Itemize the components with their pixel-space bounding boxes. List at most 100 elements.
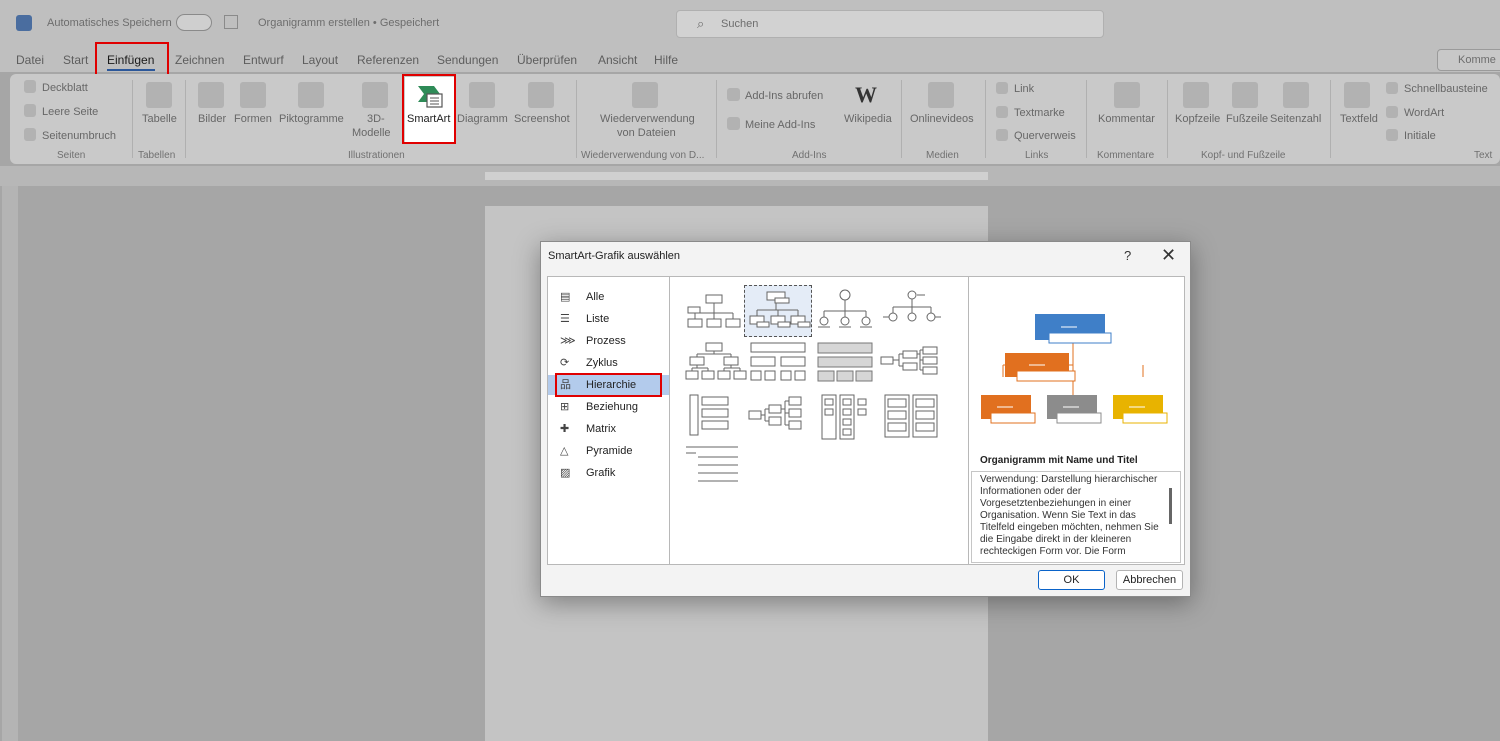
search-placeholder: Suchen bbox=[721, 18, 759, 30]
tab-sendungen[interactable]: Sendungen bbox=[437, 53, 498, 67]
category-pyramide[interactable]: △ Pyramide bbox=[548, 441, 669, 461]
ribbon-formen[interactable]: Formen bbox=[234, 113, 272, 125]
picture-icon: ▨ bbox=[560, 467, 571, 479]
ribbon-meine-addins[interactable]: Meine Add-Ins bbox=[745, 119, 815, 131]
category-matrix[interactable]: ✚ Matrix bbox=[548, 419, 669, 439]
einfuegen-tab-highlight bbox=[95, 42, 169, 78]
ribbon-screenshot[interactable]: Screenshot bbox=[514, 113, 570, 125]
matrix-icon: ✚ bbox=[560, 423, 570, 435]
layout-beschriftete-hierarchie[interactable] bbox=[879, 287, 945, 337]
preview-description[interactable]: Verwendung: Darstellung hierarchischer I… bbox=[971, 471, 1181, 563]
category-prozess[interactable]: ⋙ Prozess bbox=[548, 331, 669, 351]
help-icon[interactable]: ? bbox=[1124, 248, 1131, 263]
ribbon-tabelle[interactable]: Tabelle bbox=[142, 113, 177, 125]
smartart-highlight bbox=[402, 74, 456, 144]
category-zyklus[interactable]: ⟳ Zyklus bbox=[548, 353, 669, 373]
layout-gruppierte-hierarchie[interactable] bbox=[879, 393, 945, 443]
link-icon bbox=[996, 82, 1008, 94]
layout-horizontales-organigramm[interactable] bbox=[879, 341, 945, 391]
my-addins-icon bbox=[727, 117, 740, 130]
layout-organigramm[interactable] bbox=[682, 287, 748, 337]
ribbon-wikipedia[interactable]: Wikipedia bbox=[844, 113, 892, 125]
tab-ueberpruefen[interactable]: Überprüfen bbox=[517, 53, 577, 67]
group-kopf-fuss: Kopf- und Fußzeile bbox=[1201, 150, 1286, 161]
ribbon-separator bbox=[985, 80, 986, 158]
cancel-button[interactable]: Abbrechen bbox=[1116, 570, 1183, 590]
layout-tabellenhierarchie[interactable] bbox=[745, 341, 811, 391]
ribbon-link[interactable]: Link bbox=[1014, 83, 1034, 95]
group-kommentare: Kommentare bbox=[1097, 150, 1155, 161]
ribbon-schnellbausteine[interactable]: Schnellbausteine bbox=[1404, 83, 1488, 95]
description-scrollbar[interactable] bbox=[1169, 488, 1172, 524]
ruler-scale bbox=[485, 172, 988, 180]
tab-layout[interactable]: Layout bbox=[302, 53, 338, 67]
category-alle[interactable]: ▤ Alle bbox=[548, 287, 669, 307]
layout-kreisbild-hierarchie[interactable] bbox=[812, 287, 878, 337]
autosave-label: Automatisches Speichern bbox=[47, 17, 172, 29]
ribbon-deckblatt[interactable]: Deckblatt bbox=[42, 82, 88, 94]
group-seiten: Seiten bbox=[57, 150, 86, 161]
list-icon: ☰ bbox=[560, 313, 570, 325]
autosave-toggle[interactable] bbox=[176, 14, 212, 31]
save-icon[interactable] bbox=[224, 15, 238, 29]
ribbon-piktogramme[interactable]: Piktogramme bbox=[279, 113, 344, 125]
close-icon[interactable]: ✕ bbox=[1161, 245, 1176, 266]
layout-organigramm-name-titel[interactable] bbox=[745, 286, 811, 336]
ribbon-onlinevideos[interactable]: Onlinevideos bbox=[910, 113, 974, 125]
preview-title: Organigramm mit Name und Titel bbox=[980, 455, 1138, 466]
bookmark-icon bbox=[996, 106, 1008, 118]
group-text: Text bbox=[1474, 150, 1493, 161]
layout-linienhierarchie[interactable] bbox=[682, 443, 748, 493]
ribbon-wordart[interactable]: WordArt bbox=[1404, 107, 1444, 119]
smartart-dialog: SmartArt-Grafik auswählen ? ✕ ▤ Alle ☰ Lis… bbox=[540, 241, 1191, 597]
ribbon-leere-seite[interactable]: Leere Seite bbox=[42, 106, 98, 118]
ribbon-diagramm[interactable]: Diagramm bbox=[457, 113, 508, 125]
dialog-title: SmartArt-Grafik auswählen bbox=[548, 250, 681, 262]
tab-zeichnen[interactable]: Zeichnen bbox=[175, 53, 224, 67]
ribbon-bilder[interactable]: Bilder bbox=[198, 113, 226, 125]
group-addins: Add-Ins bbox=[792, 150, 827, 161]
document-title[interactable]: Organigramm erstellen • Gespeichert bbox=[258, 17, 439, 29]
ribbon-textmarke[interactable]: Textmarke bbox=[1014, 107, 1065, 119]
ok-button[interactable]: OK bbox=[1038, 570, 1105, 590]
ribbon-3d-line2[interactable]: Modelle bbox=[352, 127, 391, 139]
shapes-icon bbox=[240, 82, 266, 108]
tab-ansicht[interactable]: Ansicht bbox=[598, 53, 637, 67]
layout-vertikale-hierarchie[interactable] bbox=[812, 393, 878, 443]
category-liste[interactable]: ☰ Liste bbox=[548, 309, 669, 329]
ribbon-textfeld[interactable]: Textfeld bbox=[1340, 113, 1378, 125]
ribbon-3d-line1[interactable]: 3D- bbox=[367, 113, 385, 125]
tab-referenzen[interactable]: Referenzen bbox=[357, 53, 419, 67]
ribbon-seitenzahl[interactable]: Seitenzahl bbox=[1270, 113, 1321, 125]
layout-hierarchie[interactable] bbox=[682, 341, 748, 391]
screenshot-icon bbox=[528, 82, 554, 108]
ribbon-kopfzeile[interactable]: Kopfzeile bbox=[1175, 113, 1220, 125]
category-beziehung[interactable]: ⊞ Beziehung bbox=[548, 397, 669, 417]
cross-reference-icon bbox=[996, 129, 1008, 141]
ribbon-kommentar[interactable]: Kommentar bbox=[1098, 113, 1155, 125]
preview-org-chart bbox=[981, 314, 1168, 424]
comment-button-label: Komme bbox=[1458, 54, 1496, 66]
ribbon-wiederverwendung-2[interactable]: von Dateien bbox=[617, 127, 676, 139]
tab-entwurf[interactable]: Entwurf bbox=[243, 53, 284, 67]
layout-horizontale-beschriftete-hierarchie[interactable] bbox=[745, 393, 811, 443]
3d-models-icon bbox=[362, 82, 388, 108]
ribbon-separator bbox=[1330, 80, 1331, 158]
tab-start[interactable]: Start bbox=[63, 53, 88, 67]
ribbon-seitenumbruch[interactable]: Seitenumbruch bbox=[42, 130, 116, 142]
ribbon-initiale[interactable]: Initiale bbox=[1404, 130, 1436, 142]
online-video-icon bbox=[928, 82, 954, 108]
tab-hilfe[interactable]: Hilfe bbox=[654, 53, 678, 67]
layout-horizontale-hierarchie[interactable] bbox=[812, 341, 878, 391]
reuse-files-icon bbox=[632, 82, 658, 108]
ribbon-wiederverwendung-1[interactable]: Wiederverwendung bbox=[600, 113, 695, 125]
search-box[interactable]: ⌕ Suchen bbox=[676, 10, 1104, 38]
ribbon-addins-abrufen[interactable]: Add-Ins abrufen bbox=[745, 90, 823, 102]
category-grafik[interactable]: ▨ Grafik bbox=[548, 463, 669, 483]
ribbon-querverweis[interactable]: Querverweis bbox=[1014, 130, 1076, 142]
vertical-ruler bbox=[2, 186, 18, 741]
layout-hierarchieliste[interactable] bbox=[682, 393, 748, 443]
ribbon-fusszeile[interactable]: Fußzeile bbox=[1226, 113, 1268, 125]
comment-button[interactable]: Komme bbox=[1437, 49, 1500, 71]
tab-datei[interactable]: Datei bbox=[16, 53, 44, 67]
